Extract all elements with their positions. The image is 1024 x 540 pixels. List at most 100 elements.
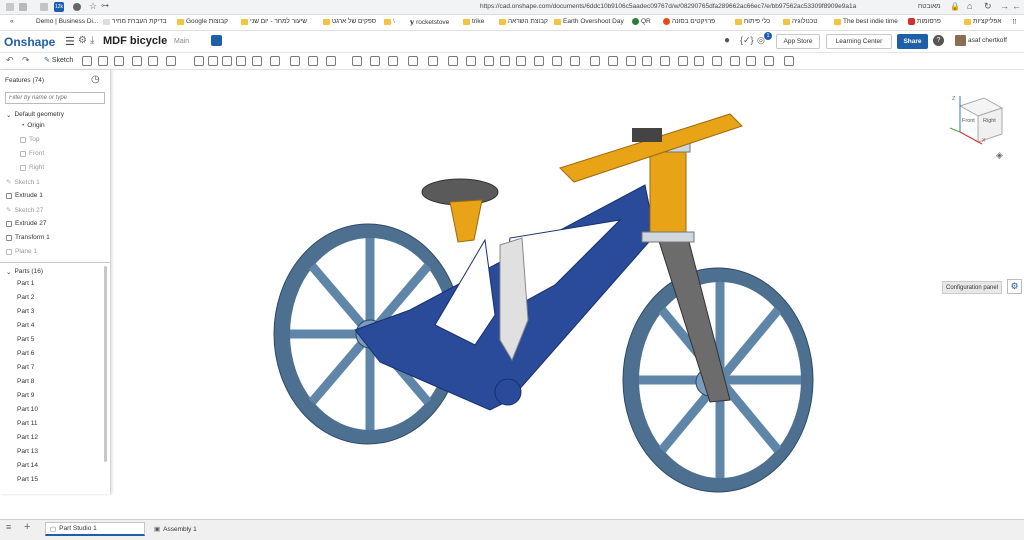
draft-icon[interactable] xyxy=(114,56,124,66)
fillet-icon[interactable] xyxy=(82,56,92,66)
part-item[interactable]: Part 1 xyxy=(17,280,34,287)
part-item[interactable]: Part 8 xyxy=(17,378,34,385)
mirror-icon[interactable] xyxy=(370,56,380,66)
branch-label[interactable]: Main xyxy=(174,38,189,45)
redo-icon[interactable]: ↷ xyxy=(22,55,30,66)
part-item[interactable]: Part 5 xyxy=(17,336,34,343)
app-store-button[interactable]: App Store xyxy=(776,34,820,49)
custom-feature-icon[interactable] xyxy=(764,56,774,66)
back-icon[interactable]: ← xyxy=(1012,1,1021,11)
gusset-icon[interactable] xyxy=(608,56,618,66)
part-item[interactable]: Part 11 xyxy=(17,420,37,427)
bookmark-item[interactable]: קבוצת השראה xyxy=(499,18,548,25)
graphics-viewport[interactable] xyxy=(260,110,820,510)
loft-icon[interactable] xyxy=(236,56,246,66)
part-item[interactable]: Part 7 xyxy=(17,364,34,371)
bookmark-item[interactable]: \ xyxy=(384,18,395,25)
replace-face-icon[interactable] xyxy=(730,56,740,66)
thicken-icon[interactable] xyxy=(252,56,262,66)
feature-sketch[interactable]: ✎ Sketch 1 xyxy=(6,178,40,187)
bookmark-item[interactable]: QR xyxy=(632,18,651,25)
learning-center-button[interactable]: Learning Center xyxy=(826,34,892,49)
boolean-icon[interactable] xyxy=(290,56,300,66)
star-icon[interactable]: ☆ xyxy=(89,1,97,12)
bookmark-item[interactable]: ספקים של ארגט xyxy=(323,18,376,25)
feature-filter-input[interactable] xyxy=(5,92,105,104)
feature-front-plane[interactable]: Front xyxy=(20,150,44,157)
shell-icon[interactable] xyxy=(132,56,142,66)
extension-badge-icon[interactable]: 12k xyxy=(54,2,64,12)
insert-icon[interactable]: ⤓ xyxy=(90,35,94,46)
split-icon[interactable] xyxy=(308,56,318,66)
extension-icon[interactable] xyxy=(6,3,14,11)
comment-icon[interactable]: ● xyxy=(724,35,730,46)
transform-icon[interactable] xyxy=(326,56,336,66)
chamfer-icon[interactable] xyxy=(98,56,108,66)
user-name[interactable]: asaf chertkoff xyxy=(968,37,1007,44)
helix-icon[interactable] xyxy=(408,56,418,66)
parts-scrollbar[interactable] xyxy=(104,266,107,462)
bookmark-item[interactable]: Demo | Business Di... xyxy=(36,18,98,25)
bookmark-item[interactable]: The best indie time xyxy=(834,18,898,25)
profile-icon[interactable] xyxy=(73,3,81,11)
home-icon[interactable]: ⌂ xyxy=(967,1,972,11)
avatar[interactable] xyxy=(955,35,966,46)
rib-icon[interactable] xyxy=(148,56,158,66)
menu-icon[interactable]: ☰ xyxy=(65,35,75,48)
pattern-icon[interactable] xyxy=(352,56,362,66)
bookmark-item[interactable]: Google קבוצות xyxy=(177,18,228,25)
extension-icon[interactable] xyxy=(40,3,48,11)
section-icon[interactable] xyxy=(660,56,670,66)
part-item[interactable]: Part 12 xyxy=(17,434,38,441)
sketch-button[interactable]: ✎ Sketch xyxy=(44,56,73,65)
parts-group[interactable]: ⌄ Parts (16) xyxy=(6,268,43,276)
extension-icon[interactable] xyxy=(19,3,27,11)
default-geometry-group[interactable]: ⌄ Default geometry xyxy=(6,111,64,119)
measure-icon[interactable] xyxy=(642,56,652,66)
feature-extrude[interactable]: Extrude 27 xyxy=(6,220,46,227)
bookmark-item[interactable]: בדיקת העברת מחיר xyxy=(103,18,167,25)
rollback-timer-icon[interactable]: ◷ xyxy=(91,74,100,85)
feature-right-plane[interactable]: Right xyxy=(20,164,44,171)
tab-part-studio[interactable]: ▢ Part Studio 1 xyxy=(45,522,145,536)
document-settings-icon[interactable] xyxy=(211,35,222,46)
add-tab-icon[interactable]: + xyxy=(24,521,30,533)
part-item[interactable]: Part 6 xyxy=(17,350,34,357)
form-icon[interactable] xyxy=(552,56,562,66)
enclose-icon[interactable] xyxy=(270,56,280,66)
bend-icon[interactable] xyxy=(500,56,510,66)
tab-manager-icon[interactable]: ≡ xyxy=(6,522,11,532)
bookmark-item[interactable]: פרסומות xyxy=(908,18,941,25)
mate-connector-icon[interactable] xyxy=(428,56,438,66)
feature-transform[interactable]: Transform 1 xyxy=(6,234,50,241)
forward-icon[interactable]: → xyxy=(1000,1,1009,11)
bookmark-item[interactable]: Earth Overshoot Day xyxy=(554,18,624,25)
bicycle-seat[interactable] xyxy=(421,178,499,243)
bookmark-item[interactable]: פרויקטים בסונה xyxy=(663,18,715,25)
feature-top-plane[interactable]: Top xyxy=(20,136,39,143)
bookmark-item[interactable]: trike xyxy=(463,18,484,25)
bookmarks-overflow-icon[interactable]: « xyxy=(10,18,14,25)
url-field[interactable]: https://cad.onshape.com/documents/6ddc10… xyxy=(480,3,905,10)
help-icon[interactable]: ? xyxy=(933,35,944,46)
bookmark-item[interactable]: שיעור למחר - יום שני xyxy=(241,18,307,25)
view-cube-front[interactable]: Front xyxy=(962,118,975,124)
feature-sketch[interactable]: ✎ Sketch 27 xyxy=(6,206,43,215)
part-item[interactable]: Part 10 xyxy=(17,406,38,413)
document-title[interactable]: MDF bicycle xyxy=(103,35,167,47)
add-feature-icon[interactable] xyxy=(784,56,794,66)
trim-icon[interactable] xyxy=(590,56,600,66)
frame-icon[interactable] xyxy=(570,56,580,66)
plane-icon[interactable] xyxy=(388,56,398,66)
bookmark-item[interactable]: כלי פיתוח xyxy=(735,18,770,25)
tab-assembly[interactable]: ▣ Assembly 1 xyxy=(150,522,250,536)
flange-icon[interactable] xyxy=(466,56,476,66)
move-face-icon[interactable] xyxy=(712,56,722,66)
part-item[interactable]: Part 3 xyxy=(17,308,34,315)
features-header[interactable]: Features (74) xyxy=(5,77,44,84)
part-item[interactable]: Part 14 xyxy=(17,462,38,469)
feature-plane[interactable]: Plane 1 xyxy=(6,248,37,255)
share-button[interactable]: Share xyxy=(897,34,928,49)
part-item[interactable]: Part 15 xyxy=(17,476,38,483)
variable-icon[interactable] xyxy=(626,56,636,66)
